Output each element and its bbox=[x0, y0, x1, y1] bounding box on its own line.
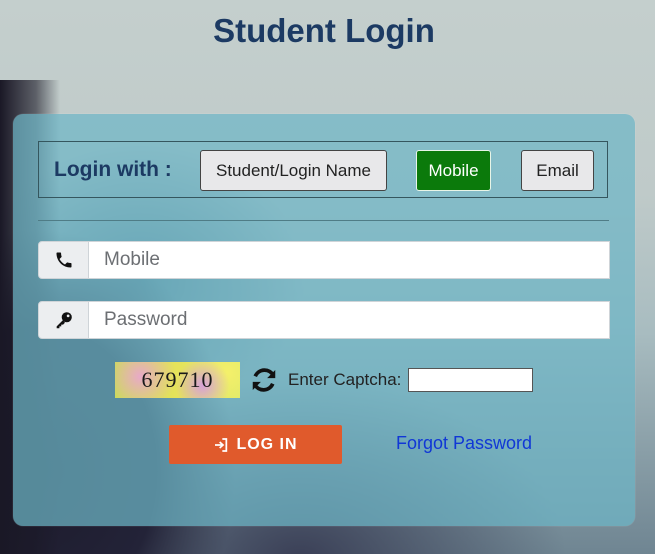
mobile-button[interactable]: Mobile bbox=[416, 150, 491, 191]
login-method-selector: Login with : Student/Login Name Mobile E… bbox=[38, 141, 608, 198]
login-button-label: LOG IN bbox=[236, 435, 298, 453]
sign-in-icon bbox=[215, 437, 228, 452]
refresh-icon[interactable] bbox=[249, 365, 279, 395]
login-with-label: Login with : bbox=[54, 158, 172, 181]
mobile-input-group bbox=[38, 241, 610, 279]
login-card: Login with : Student/Login Name Mobile E… bbox=[13, 114, 635, 526]
mobile-input[interactable] bbox=[89, 241, 610, 279]
phone-icon bbox=[38, 241, 89, 279]
captcha-code: 679710 bbox=[141, 367, 214, 392]
email-button[interactable]: Email bbox=[521, 150, 594, 191]
login-button[interactable]: LOG IN bbox=[169, 425, 342, 464]
student-login-name-button[interactable]: Student/Login Name bbox=[200, 150, 387, 191]
forgot-password-link[interactable]: Forgot Password bbox=[396, 433, 532, 454]
captcha-label: Enter Captcha: bbox=[288, 370, 402, 389]
divider bbox=[38, 220, 609, 221]
key-icon bbox=[38, 301, 89, 339]
captcha-image: 679710 bbox=[115, 362, 240, 398]
page-title: Student Login bbox=[213, 12, 435, 49]
password-input-group bbox=[38, 301, 610, 339]
captcha-input[interactable] bbox=[408, 368, 533, 392]
password-input[interactable] bbox=[89, 301, 610, 339]
